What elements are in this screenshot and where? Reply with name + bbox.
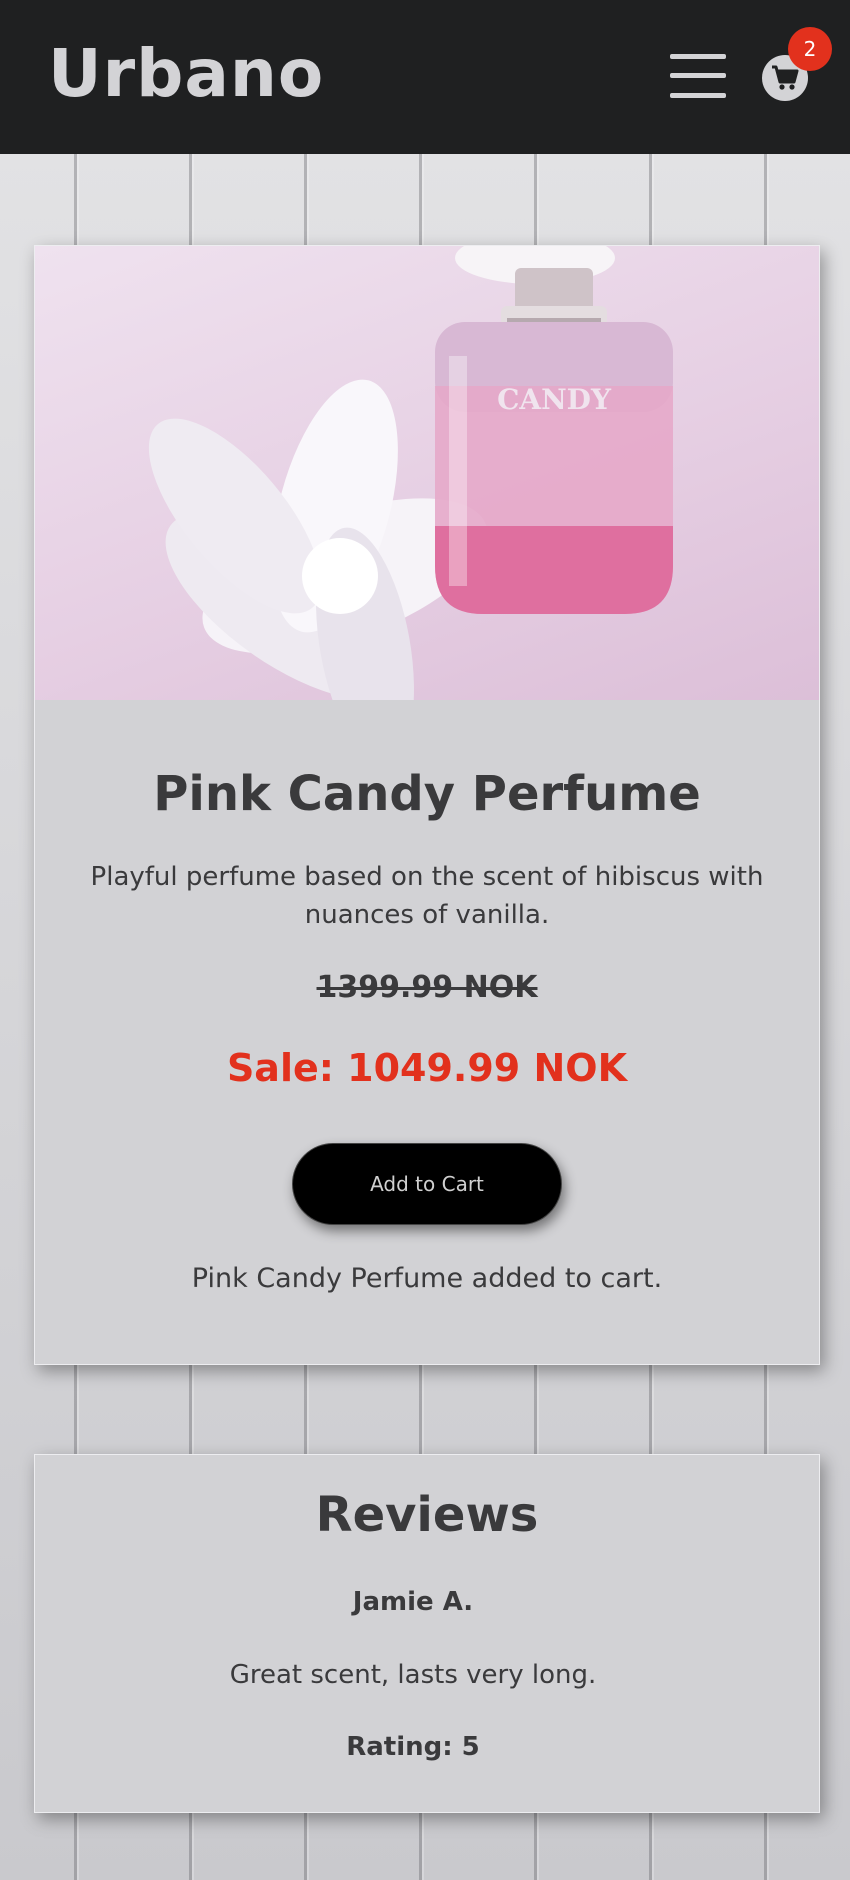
add-to-cart-button[interactable]: Add to Cart	[292, 1143, 562, 1225]
product-card: CANDY Pink Candy Perfume Playful perfume…	[34, 245, 820, 1365]
hamburger-menu-icon[interactable]	[670, 52, 728, 100]
review-author: Jamie A.	[352, 1587, 474, 1617]
cart-count-badge[interactable]: 2	[788, 27, 832, 71]
reviews-title: Reviews	[315, 1487, 539, 1543]
site-logo[interactable]: Urbano	[48, 34, 324, 114]
review-rating: Rating: 5	[346, 1732, 480, 1762]
original-price: 1399.99 NOK	[316, 970, 538, 1005]
reviews-section: Reviews Jamie A. Great scent, lasts very…	[34, 1454, 820, 1813]
cart-confirmation-message: Pink Candy Perfume added to cart.	[191, 1263, 663, 1294]
sale-price: Sale: 1049.99 NOK	[226, 1046, 628, 1090]
review-text: Great scent, lasts very long.	[229, 1660, 597, 1690]
perfume-bottle-illustration: CANDY	[435, 246, 673, 614]
svg-text:CANDY: CANDY	[497, 383, 612, 416]
site-header: Urbano 2	[0, 0, 850, 154]
product-image: CANDY	[35, 246, 819, 700]
product-title: Pink Candy Perfume	[153, 766, 701, 822]
product-description: Playful perfume based on the scent of hi…	[90, 862, 764, 930]
